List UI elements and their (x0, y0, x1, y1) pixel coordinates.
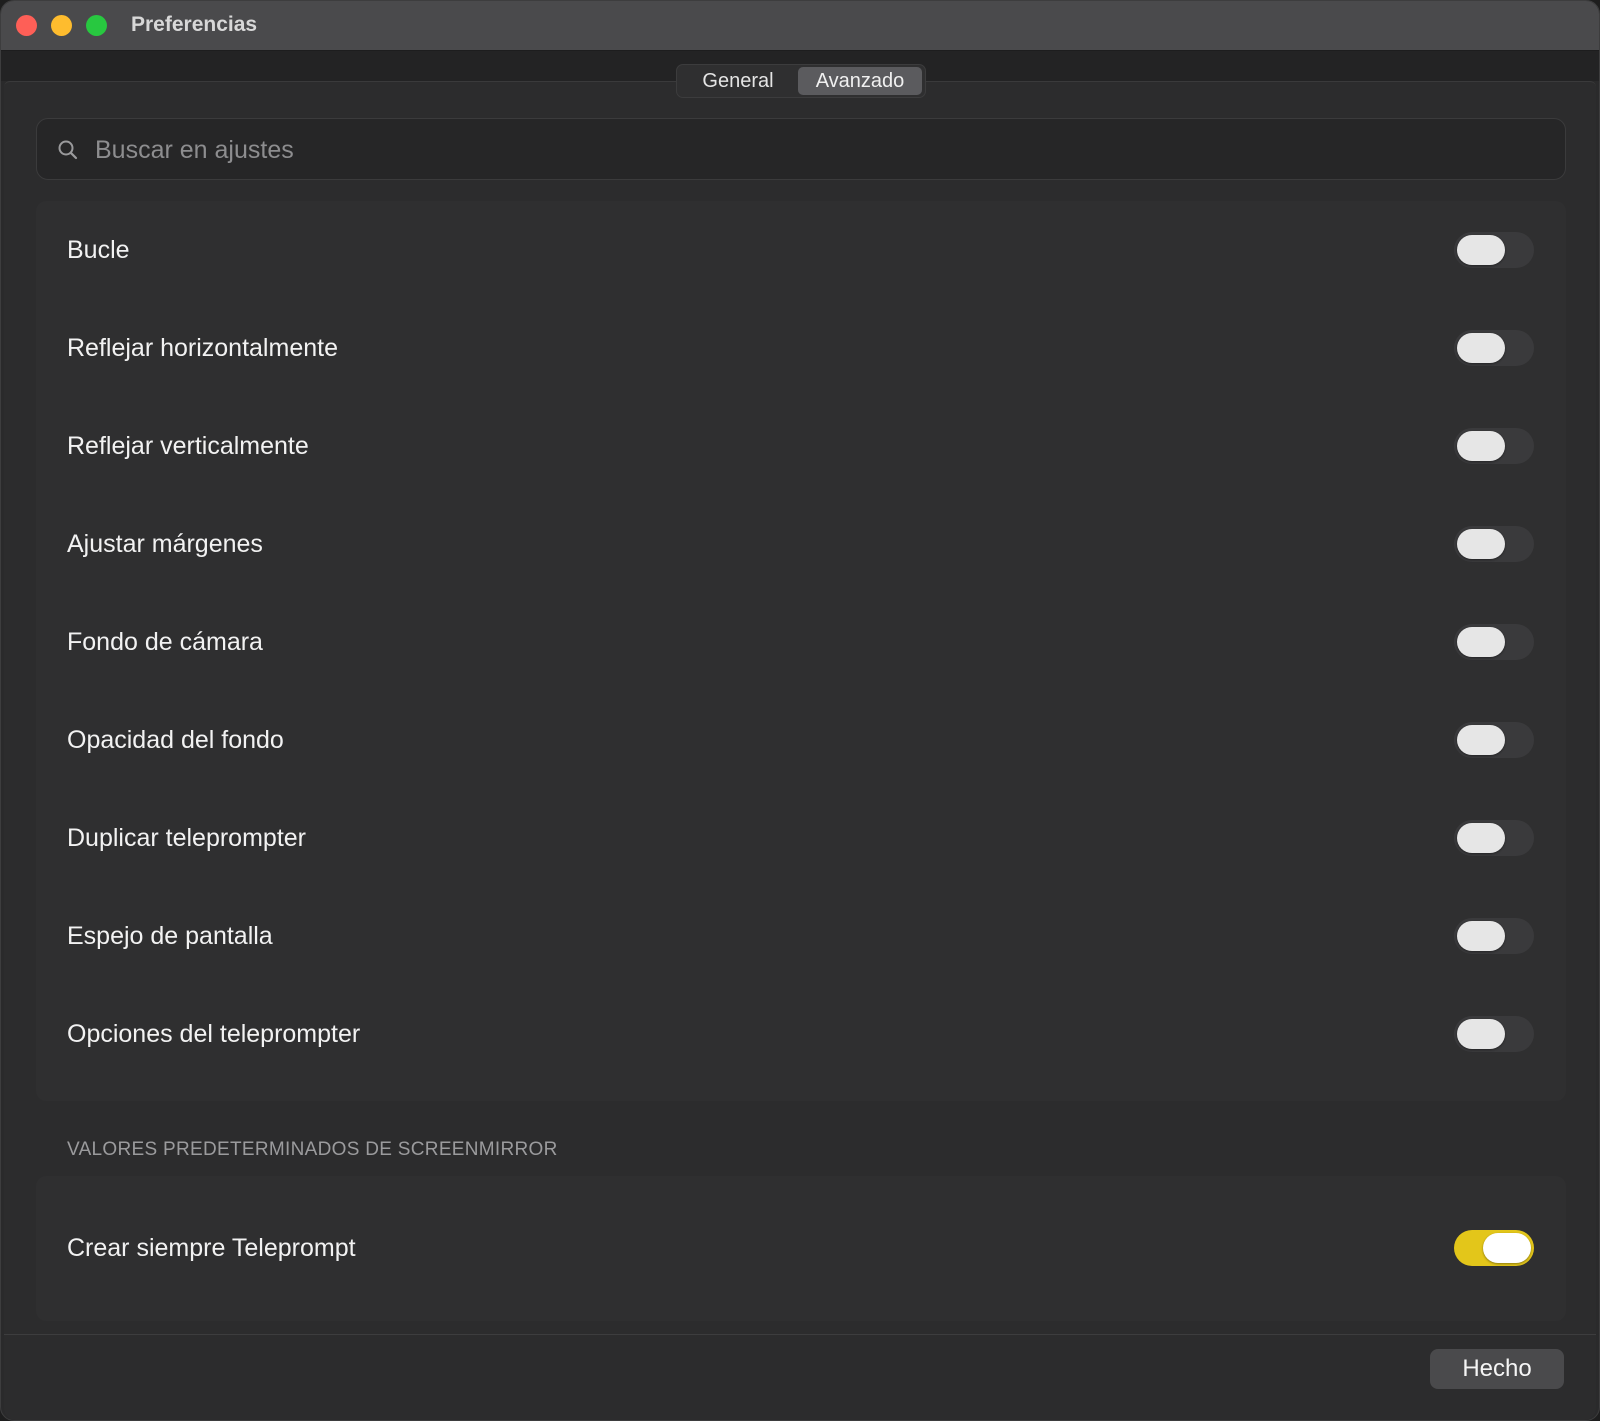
tab-selector: General Avanzado (676, 64, 926, 98)
setting-label: Crear siempre Teleprompt (67, 1234, 356, 1262)
setting-row-duplicar-teleprompter: Duplicar teleprompter (36, 789, 1566, 887)
close-window-button[interactable] (16, 15, 37, 36)
screenmirror-section-header: VALORES PREDETERMINADOS DE SCREENMIRROR (67, 1139, 558, 1160)
tab-avanzado[interactable]: Avanzado (798, 67, 922, 95)
setting-label: Ajustar márgenes (67, 530, 263, 558)
setting-label: Espejo de pantalla (67, 922, 273, 950)
setting-row-bucle: Bucle (36, 201, 1566, 299)
search-input[interactable] (93, 119, 1537, 181)
setting-row-opacidad-del-fondo: Opacidad del fondo (36, 691, 1566, 789)
screenmirror-group: Crear siempre Teleprompt (36, 1176, 1566, 1321)
toggle-knob (1483, 1233, 1531, 1263)
toggle-knob (1457, 823, 1505, 853)
opacidad-del-fondo-toggle[interactable] (1454, 722, 1534, 758)
setting-row-ajustar-margenes: Ajustar márgenes (36, 495, 1566, 593)
title-bar: Preferencias (1, 1, 1599, 51)
setting-label: Opacidad del fondo (67, 726, 284, 754)
preferences-window: Preferencias General Avanzado Bucle Refl… (0, 0, 1600, 1421)
search-icon (58, 140, 78, 160)
window-title: Preferencias (131, 13, 258, 36)
toggle-knob (1457, 529, 1505, 559)
crear-siempre-teleprompt-toggle[interactable] (1454, 1230, 1534, 1266)
bucle-toggle[interactable] (1454, 232, 1534, 268)
setting-row-opciones-del-teleprompter: Opciones del teleprompter (36, 985, 1566, 1083)
setting-label: Reflejar verticalmente (67, 432, 309, 460)
ajustar-margenes-toggle[interactable] (1454, 526, 1534, 562)
espejo-de-pantalla-toggle[interactable] (1454, 918, 1534, 954)
tab-general[interactable]: General (681, 67, 795, 95)
reflejar-verticalmente-toggle[interactable] (1454, 428, 1534, 464)
footer-divider (4, 1334, 1596, 1335)
setting-label: Duplicar teleprompter (67, 824, 306, 852)
setting-row-reflejar-horizontalmente: Reflejar horizontalmente (36, 299, 1566, 397)
minimize-window-button[interactable] (51, 15, 72, 36)
toggle-knob (1457, 333, 1505, 363)
reflejar-horizontalmente-toggle[interactable] (1454, 330, 1534, 366)
setting-label: Opciones del teleprompter (67, 1020, 361, 1048)
search-field[interactable] (36, 118, 1566, 181)
toggle-knob (1457, 235, 1505, 265)
duplicar-teleprompter-toggle[interactable] (1454, 820, 1534, 856)
toggle-knob (1457, 921, 1505, 951)
toggle-knob (1457, 627, 1505, 657)
toggle-knob (1457, 1019, 1505, 1049)
settings-group: Bucle Reflejar horizontalmente Reflejar … (36, 201, 1566, 1101)
toggle-knob (1457, 431, 1505, 461)
done-button[interactable]: Hecho (1430, 1349, 1564, 1389)
setting-label: Bucle (67, 236, 130, 264)
setting-label: Reflejar horizontalmente (67, 334, 338, 362)
maximize-window-button[interactable] (86, 15, 107, 36)
setting-label: Fondo de cámara (67, 628, 263, 656)
toggle-knob (1457, 725, 1505, 755)
setting-row-reflejar-verticalmente: Reflejar verticalmente (36, 397, 1566, 495)
opciones-del-teleprompter-toggle[interactable] (1454, 1016, 1534, 1052)
setting-row-crear-siempre-teleprompt: Crear siempre Teleprompt (36, 1199, 1566, 1297)
setting-row-fondo-de-camara: Fondo de cámara (36, 593, 1566, 691)
setting-row-espejo-de-pantalla: Espejo de pantalla (36, 887, 1566, 985)
fondo-de-camara-toggle[interactable] (1454, 624, 1534, 660)
